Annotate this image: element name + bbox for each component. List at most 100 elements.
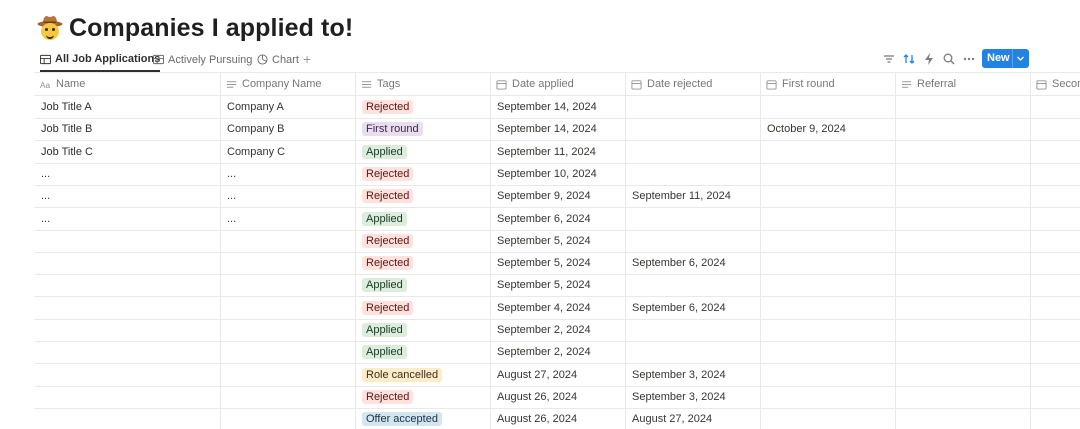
table-cell[interactable] — [896, 408, 1031, 429]
table-cell[interactable] — [1031, 163, 1080, 185]
add-view-icon[interactable]: + — [303, 51, 311, 67]
table-cell[interactable] — [626, 140, 761, 163]
table-cell[interactable] — [35, 274, 221, 297]
tab-all-job-applications[interactable]: All Job Applications — [40, 48, 161, 72]
column-header[interactable]: Date applied — [491, 73, 626, 95]
table-cell[interactable] — [1031, 297, 1080, 319]
table-cell[interactable] — [896, 118, 1031, 141]
table-cell[interactable] — [35, 229, 221, 252]
table-cell[interactable] — [35, 408, 221, 429]
table-cell[interactable] — [1031, 141, 1080, 163]
table-cell[interactable] — [761, 185, 896, 208]
table-cell[interactable]: Job Title A — [35, 96, 221, 118]
table-cell[interactable] — [35, 341, 221, 364]
column-header[interactable]: Date rejected — [626, 73, 761, 95]
table-cell[interactable]: Job Title C — [35, 140, 221, 163]
table-cell[interactable]: August 26, 2024 — [491, 385, 626, 408]
table-cell[interactable] — [896, 140, 1031, 163]
table-cell[interactable]: September 14, 2024 — [491, 96, 626, 118]
table-cell[interactable]: Rejected — [356, 96, 491, 118]
tab-actively-pursuing[interactable]: Actively Pursuing — [153, 48, 252, 71]
column-header[interactable]: First round — [761, 73, 896, 95]
table-cell[interactable] — [896, 185, 1031, 208]
table-cell[interactable] — [761, 229, 896, 252]
table-cell[interactable]: October 9, 2024 — [761, 118, 896, 141]
table-cell[interactable]: September 6, 2024 — [626, 252, 761, 275]
table-cell[interactable] — [896, 96, 1031, 118]
table-cell[interactable] — [35, 252, 221, 275]
table-cell[interactable] — [761, 140, 896, 163]
table-row[interactable]: Rejected September 5, 2024 September 6, 20… — [35, 252, 1080, 276]
table-cell[interactable]: September 9, 2024 — [491, 185, 626, 208]
table-cell[interactable]: September 6, 2024 — [626, 296, 761, 319]
table-cell[interactable] — [761, 96, 896, 118]
table-cell[interactable] — [1031, 319, 1080, 341]
filter-icon[interactable] — [882, 52, 896, 66]
table-row[interactable]: Applied September 2, 2024 — [35, 341, 1080, 365]
table-cell[interactable]: Rejected — [356, 296, 491, 319]
table-cell[interactable]: Company C — [221, 140, 356, 163]
table-cell[interactable] — [626, 118, 761, 141]
table-cell[interactable] — [761, 207, 896, 230]
table-cell[interactable] — [626, 96, 761, 118]
table-cell[interactable] — [896, 319, 1031, 341]
table-cell[interactable]: Role cancelled — [356, 363, 491, 386]
table-cell[interactable]: Rejected — [356, 252, 491, 275]
column-header[interactable]: Secon — [1031, 73, 1080, 95]
table-cell[interactable] — [761, 252, 896, 275]
table-cell[interactable]: September 2, 2024 — [491, 319, 626, 341]
table-cell[interactable] — [896, 296, 1031, 319]
table-cell[interactable] — [761, 341, 896, 364]
table-cell[interactable] — [761, 408, 896, 429]
table-cell[interactable] — [1031, 96, 1080, 118]
table-cell[interactable]: ... — [221, 207, 356, 230]
table-cell[interactable] — [1031, 386, 1080, 408]
table-cell[interactable]: Company A — [221, 96, 356, 118]
table-cell[interactable] — [221, 363, 356, 386]
table-cell[interactable]: First round — [356, 118, 491, 141]
table-cell[interactable]: ... — [221, 162, 356, 185]
table-cell[interactable] — [626, 274, 761, 297]
table-cell[interactable] — [221, 252, 356, 275]
table-cell[interactable] — [896, 363, 1031, 386]
table-cell[interactable] — [626, 207, 761, 230]
table-cell[interactable] — [626, 162, 761, 185]
table-cell[interactable]: ... — [35, 162, 221, 185]
table-cell[interactable] — [896, 252, 1031, 275]
table-cell[interactable] — [761, 363, 896, 386]
table-cell[interactable]: Job Title B — [35, 118, 221, 141]
table-cell[interactable]: September 14, 2024 — [491, 118, 626, 141]
table-cell[interactable] — [761, 274, 896, 297]
table-cell[interactable] — [221, 274, 356, 297]
table-cell[interactable] — [1031, 208, 1080, 230]
table-cell[interactable] — [896, 207, 1031, 230]
table-cell[interactable]: August 26, 2024 — [491, 408, 626, 429]
table-cell[interactable]: September 11, 2024 — [626, 185, 761, 208]
table-cell[interactable] — [35, 363, 221, 386]
table-cell[interactable] — [221, 385, 356, 408]
table-cell[interactable] — [761, 319, 896, 341]
page-title[interactable]: Companies I applied to! — [69, 14, 353, 43]
table-cell[interactable]: September 5, 2024 — [491, 274, 626, 297]
cowboy-emoji-icon[interactable] — [37, 15, 63, 41]
table-cell[interactable] — [35, 385, 221, 408]
table-cell[interactable] — [896, 385, 1031, 408]
chevron-down-icon[interactable] — [1016, 54, 1025, 63]
table-cell[interactable]: Applied — [356, 341, 491, 364]
table-cell[interactable]: Rejected — [356, 162, 491, 185]
table-cell[interactable]: September 5, 2024 — [491, 252, 626, 275]
table-cell[interactable] — [1031, 341, 1080, 363]
table-cell[interactable] — [1031, 364, 1080, 386]
table-row[interactable]: Job Title A Company A Rejected September 14… — [35, 96, 1080, 119]
table-row[interactable]: ...... Rejected September 10, 2024 — [35, 162, 1080, 186]
table-cell[interactable] — [626, 319, 761, 341]
table-cell[interactable] — [896, 341, 1031, 364]
sort-icon[interactable] — [902, 52, 916, 66]
table-cell[interactable] — [221, 408, 356, 429]
search-icon[interactable] — [942, 52, 956, 66]
table-cell[interactable] — [1031, 252, 1080, 274]
new-button[interactable]: New — [982, 49, 1029, 68]
table-cell[interactable] — [35, 296, 221, 319]
column-header[interactable]: Referral — [896, 73, 1031, 95]
table-row[interactable]: Rejected August 26, 2024 September 3, 2024 — [35, 385, 1080, 409]
